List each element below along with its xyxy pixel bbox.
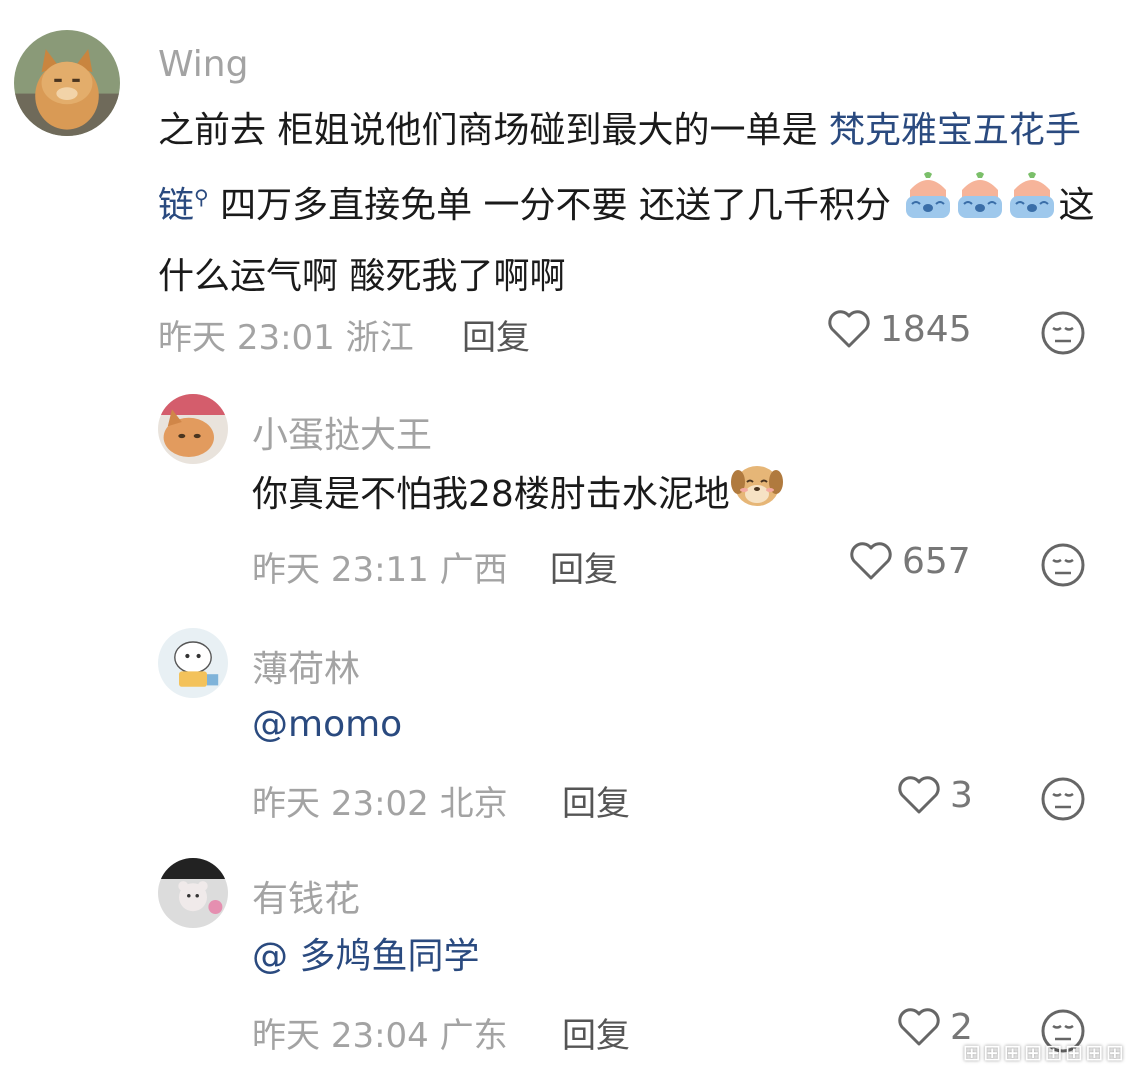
comment-meta: 昨天 23:02 北京 — [252, 776, 508, 825]
username[interactable]: 有钱花 — [252, 870, 360, 922]
comment-text-part: 之前去 柜姐说他们商场碰到最大的一单是 — [158, 110, 829, 151]
meh-face-icon[interactable] — [1040, 542, 1086, 588]
meh-face-icon[interactable] — [1040, 776, 1086, 822]
comment-item: Wing 之前去 柜姐说他们商场碰到最大的一单是 梵克雅宝五花手链⚲ 四万多直接… — [0, 0, 1134, 380]
username[interactable]: 小蛋挞大王 — [252, 406, 432, 458]
comment-time: 23:02 — [330, 784, 429, 824]
comment-text-part: 你真是不怕我28楼肘击水泥地 — [252, 474, 730, 515]
username[interactable]: 薄荷林 — [252, 640, 360, 692]
like-button[interactable]: 1845 — [826, 308, 972, 350]
sticker-avatar-image — [158, 628, 228, 698]
comment-date: 昨天 — [252, 784, 320, 824]
comment-location: 广东 — [439, 1016, 508, 1056]
cat-avatar-image — [14, 30, 120, 136]
like-button[interactable]: 3 — [896, 774, 973, 816]
like-count: 1845 — [880, 308, 972, 350]
comment-text: @momo — [252, 692, 1092, 758]
comment-time: 23:01 — [236, 318, 335, 358]
heart-icon — [850, 542, 892, 580]
like-count: 657 — [902, 540, 971, 582]
heart-icon — [828, 310, 870, 348]
heart-icon — [898, 776, 940, 814]
meh-face-icon[interactable] — [1040, 310, 1086, 356]
avatar[interactable] — [158, 628, 228, 698]
reply-button[interactable]: 回复 — [462, 310, 530, 359]
reply-button[interactable]: 回复 — [550, 542, 618, 591]
comment-meta: 昨天 23:11 广西 — [252, 542, 508, 591]
like-button[interactable]: 657 — [848, 540, 971, 582]
comment-date: 昨天 — [158, 318, 226, 358]
crying-emoji-icon — [902, 170, 954, 244]
comment-date: 昨天 — [252, 1016, 320, 1056]
comment-text-part: 四万多直接免单 一分不要 还送了几千积分 — [208, 185, 892, 226]
watermark: ⊞⊞⊞⊞⊞⊞⊞⊞ — [962, 1041, 1126, 1066]
comment-text: @ 多鸠鱼同学 — [252, 924, 1092, 990]
username[interactable]: Wing — [158, 44, 248, 85]
comment-time: 23:11 — [330, 550, 429, 590]
comment-meta: 昨天 23:04 广东 — [252, 1008, 508, 1057]
like-button[interactable]: 2 — [896, 1006, 973, 1048]
comment-item: 小蛋挞大王 你真是不怕我28楼肘击水泥地 昨天 23:11 广西 回复 657 — [0, 380, 1134, 610]
heart-icon — [898, 1008, 940, 1046]
avatar[interactable] — [158, 394, 228, 464]
crying-emoji-icon — [954, 170, 1006, 244]
comment-location: 北京 — [439, 784, 508, 824]
avatar[interactable] — [14, 30, 120, 136]
mention-link[interactable]: @ 多鸠鱼同学 — [252, 936, 479, 977]
reply-button[interactable]: 回复 — [562, 776, 630, 825]
comment-location: 浙江 — [345, 318, 414, 358]
like-count: 3 — [950, 774, 973, 816]
avatar[interactable] — [158, 858, 228, 928]
comment-date: 昨天 — [252, 550, 320, 590]
comment-meta: 昨天 23:01 浙江 — [158, 310, 414, 359]
comment-item: 薄荷林 @momo 昨天 23:02 北京 回复 3 — [0, 612, 1134, 842]
comment-time: 23:04 — [330, 1016, 429, 1056]
kitten-avatar-image — [158, 394, 228, 464]
dog-emoji-icon — [730, 458, 784, 534]
comment-text: 之前去 柜姐说他们商场碰到最大的一单是 梵克雅宝五花手链⚲ 四万多直接免单 一分… — [158, 98, 1098, 310]
reply-button[interactable]: 回复 — [562, 1008, 630, 1057]
mention-link[interactable]: @momo — [252, 704, 402, 745]
comment-location: 广西 — [439, 550, 508, 590]
crying-emoji-icon — [1006, 170, 1058, 244]
search-icon: ⚲ — [194, 185, 209, 209]
plush-avatar-image — [158, 858, 228, 928]
comment-text: 你真是不怕我28楼肘击水泥地 — [252, 458, 1092, 534]
